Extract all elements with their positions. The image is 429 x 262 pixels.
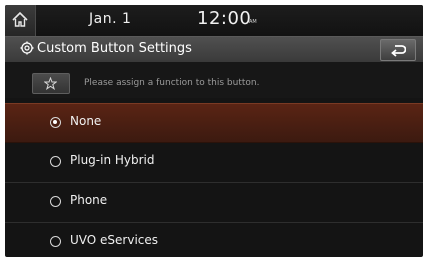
page-title: Custom Button Settings [37,41,192,56]
am-pm-indicator: AM [249,19,257,25]
radio-button[interactable] [50,156,61,167]
clock-display: 12:00 [197,8,252,29]
star-icon [44,77,57,90]
home-icon [12,11,28,27]
option-label: None [70,114,102,128]
radio-button[interactable] [50,236,61,247]
hint-text: Please assign a function to this button. [84,78,260,88]
option-plug-in-hybrid[interactable]: Plug-in Hybrid [5,143,423,181]
radio-button[interactable] [50,196,61,207]
status-bar: Jan. 1 12:00 AM [5,5,423,36]
home-button[interactable] [5,5,36,36]
hint-row: Please assign a function to this button. [5,62,423,98]
title-bar: Custom Button Settings [5,36,423,63]
option-label: Phone [70,193,108,207]
option-phone[interactable]: Phone [5,183,423,221]
back-button[interactable] [380,39,416,61]
option-uvo-eservices[interactable]: UVO eServices [5,223,423,257]
gear-icon [20,41,34,55]
back-arrow-icon [391,45,406,57]
option-label: UVO eServices [70,233,159,247]
option-label: Plug-in Hybrid [70,153,155,167]
head-unit-screen: Jan. 1 12:00 AM Custom Button Settings P… [5,5,423,257]
favorite-button[interactable] [32,73,70,94]
option-none[interactable]: None [5,103,423,143]
date-display: Jan. 1 [89,11,132,27]
radio-button-selected[interactable] [50,117,61,128]
